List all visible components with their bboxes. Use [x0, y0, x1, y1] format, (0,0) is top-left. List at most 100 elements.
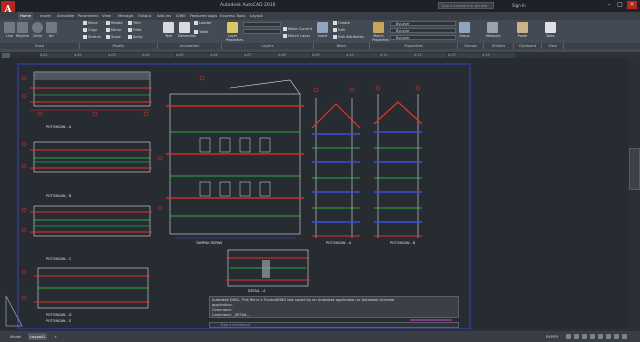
edit-attributes-button[interactable]: Edit Attributes	[333, 35, 364, 40]
ortho-icon[interactable]	[582, 334, 587, 339]
text-icon	[163, 22, 174, 33]
minimize-icon[interactable]: –	[604, 1, 614, 9]
section-a-drawing	[21, 71, 152, 117]
fillet-button[interactable]: Fillet	[128, 28, 141, 33]
group-layers[interactable]: Layers	[222, 43, 314, 49]
command-history: Autodesk DWG. This file is a TrustedDWG …	[209, 296, 459, 318]
tab-insert[interactable]: Insert	[38, 12, 53, 20]
drawing-canvas[interactable]: POTONGAN - A POTONGAN - B POTONGAN - C P…	[0, 58, 628, 329]
tab-express-tools[interactable]: Express Tools	[218, 12, 247, 20]
customize-menu-icon[interactable]	[622, 334, 627, 339]
group-groups[interactable]: Groups	[458, 43, 484, 49]
layer-properties-button[interactable]: Layer Properties	[226, 22, 243, 42]
front-elevation-drawing	[157, 75, 304, 239]
rotate-button[interactable]: Rotate	[106, 21, 123, 26]
tab-layout[interactable]: Layout	[248, 12, 265, 20]
line-button[interactable]: Line	[3, 22, 16, 38]
dimension-button[interactable]: Dimension	[178, 22, 196, 38]
group-button[interactable]: Group	[458, 22, 471, 38]
stretch-button[interactable]: Stretch	[83, 35, 101, 40]
table-button[interactable]: Table	[194, 30, 208, 35]
copy-button[interactable]: Copy	[83, 28, 97, 33]
insert-block-button[interactable]: Insert	[316, 22, 329, 38]
section-c-drawing	[21, 205, 152, 237]
layer-dropdown[interactable]	[243, 22, 281, 27]
trim-button[interactable]: Trim	[128, 21, 141, 26]
osnap-icon[interactable]	[598, 334, 603, 339]
title-bar	[0, 0, 640, 12]
stretch-icon	[83, 35, 87, 39]
leader-button[interactable]: Leader	[194, 21, 211, 26]
command-history-line: Autodesk DWG. This file is a TrustedDWG …	[212, 298, 395, 302]
lineweight-dropdown[interactable]: ByLayer	[390, 28, 456, 33]
linetype-dropdown[interactable]: ByLayer	[390, 35, 456, 40]
paper-space-toggle[interactable]: PAPER	[546, 334, 558, 339]
base-view-button[interactable]: Base	[544, 22, 557, 38]
add-layout-button[interactable]: +	[52, 333, 59, 340]
mirror-icon	[106, 28, 110, 32]
status-bar: Model Layout1 + PAPER	[0, 331, 640, 342]
ribbon-tab-bar: Home Insert Annotate Parametric View Man…	[0, 12, 640, 20]
drawing-label: POTONGAN - A	[46, 125, 72, 129]
mirror-button[interactable]: Mirror	[106, 28, 122, 33]
viewcube-area	[628, 58, 640, 329]
paste-button[interactable]: Paste	[516, 22, 529, 38]
insert-block-icon	[317, 22, 328, 33]
annotation-scale-icon[interactable]	[606, 334, 611, 339]
group-block[interactable]: Block	[314, 43, 370, 49]
sign-in-link[interactable]: Sign In	[512, 3, 526, 8]
section-e-drawing	[311, 87, 361, 238]
tab-output[interactable]: Output	[136, 12, 153, 20]
drawing-label: POTONGAN - C	[46, 257, 72, 261]
snap-icon[interactable]	[574, 334, 579, 339]
polyline-button[interactable]: Polyline	[16, 22, 29, 38]
group-utilities[interactable]: Utilities	[484, 43, 514, 49]
group-annotation[interactable]: Annotation	[158, 43, 222, 49]
layer-properties-icon	[227, 22, 238, 33]
match-layer-button[interactable]: Match Layer	[283, 34, 310, 39]
tab-add-ins[interactable]: Add-ins	[155, 12, 173, 20]
tab-parametric[interactable]: Parametric	[76, 12, 101, 20]
tab-home[interactable]: Home	[18, 12, 34, 20]
array-button[interactable]: Array	[128, 35, 143, 40]
group-properties[interactable]: Properties	[370, 43, 458, 49]
tab-featured-apps[interactable]: Featured Apps	[188, 12, 219, 20]
drawing-label: POTONGAN - A	[326, 241, 352, 245]
make-current-icon	[283, 27, 287, 31]
navigation-bar[interactable]	[629, 148, 640, 190]
arc-button[interactable]: Arc	[45, 22, 58, 38]
group-draw[interactable]: Draw	[0, 43, 80, 49]
match-properties-button[interactable]: Match Properties	[372, 22, 389, 42]
polar-icon[interactable]	[590, 334, 595, 339]
make-current-button[interactable]: Make Current	[283, 27, 312, 32]
command-input[interactable]: Type a command	[209, 322, 459, 328]
edit-block-button[interactable]: Edit	[333, 28, 345, 33]
group-view[interactable]: View	[542, 43, 564, 49]
close-icon[interactable]: ×	[627, 1, 637, 9]
grid-icon[interactable]	[566, 334, 571, 339]
color-dropdown[interactable]: ByLayer	[390, 21, 456, 26]
tab-layout1[interactable]: Layout1	[28, 333, 48, 340]
tab-manage[interactable]: Manage	[116, 12, 135, 20]
maximize-icon[interactable]: □	[615, 1, 625, 9]
scale-button[interactable]: Scale	[106, 35, 121, 40]
cad-drawing: POTONGAN - A POTONGAN - B POTONGAN - C P…	[5, 63, 471, 329]
layout-viewport-frame	[17, 63, 471, 329]
tab-annotate[interactable]: Annotate	[55, 12, 76, 20]
measure-button[interactable]: Measure	[486, 22, 500, 38]
tab-view[interactable]: View	[100, 12, 113, 20]
text-button[interactable]: Text	[162, 22, 175, 38]
tab-model[interactable]: Model	[8, 333, 23, 340]
create-block-button[interactable]: Create	[333, 21, 350, 26]
move-button[interactable]: Move	[83, 21, 98, 26]
circle-button[interactable]: Circle	[31, 22, 44, 38]
layer-state-dropdown[interactable]	[243, 29, 281, 34]
edit-attributes-icon	[333, 35, 337, 39]
group-clipboard[interactable]: Clipboard	[514, 43, 542, 49]
search-input[interactable]: Type a keyword or phrase	[438, 2, 494, 9]
array-icon	[128, 35, 132, 39]
group-modify[interactable]: Modify	[80, 43, 158, 49]
tab-a360[interactable]: A360	[174, 12, 188, 20]
workspace-gear-icon[interactable]	[614, 334, 619, 339]
ucs-icon	[5, 295, 23, 327]
